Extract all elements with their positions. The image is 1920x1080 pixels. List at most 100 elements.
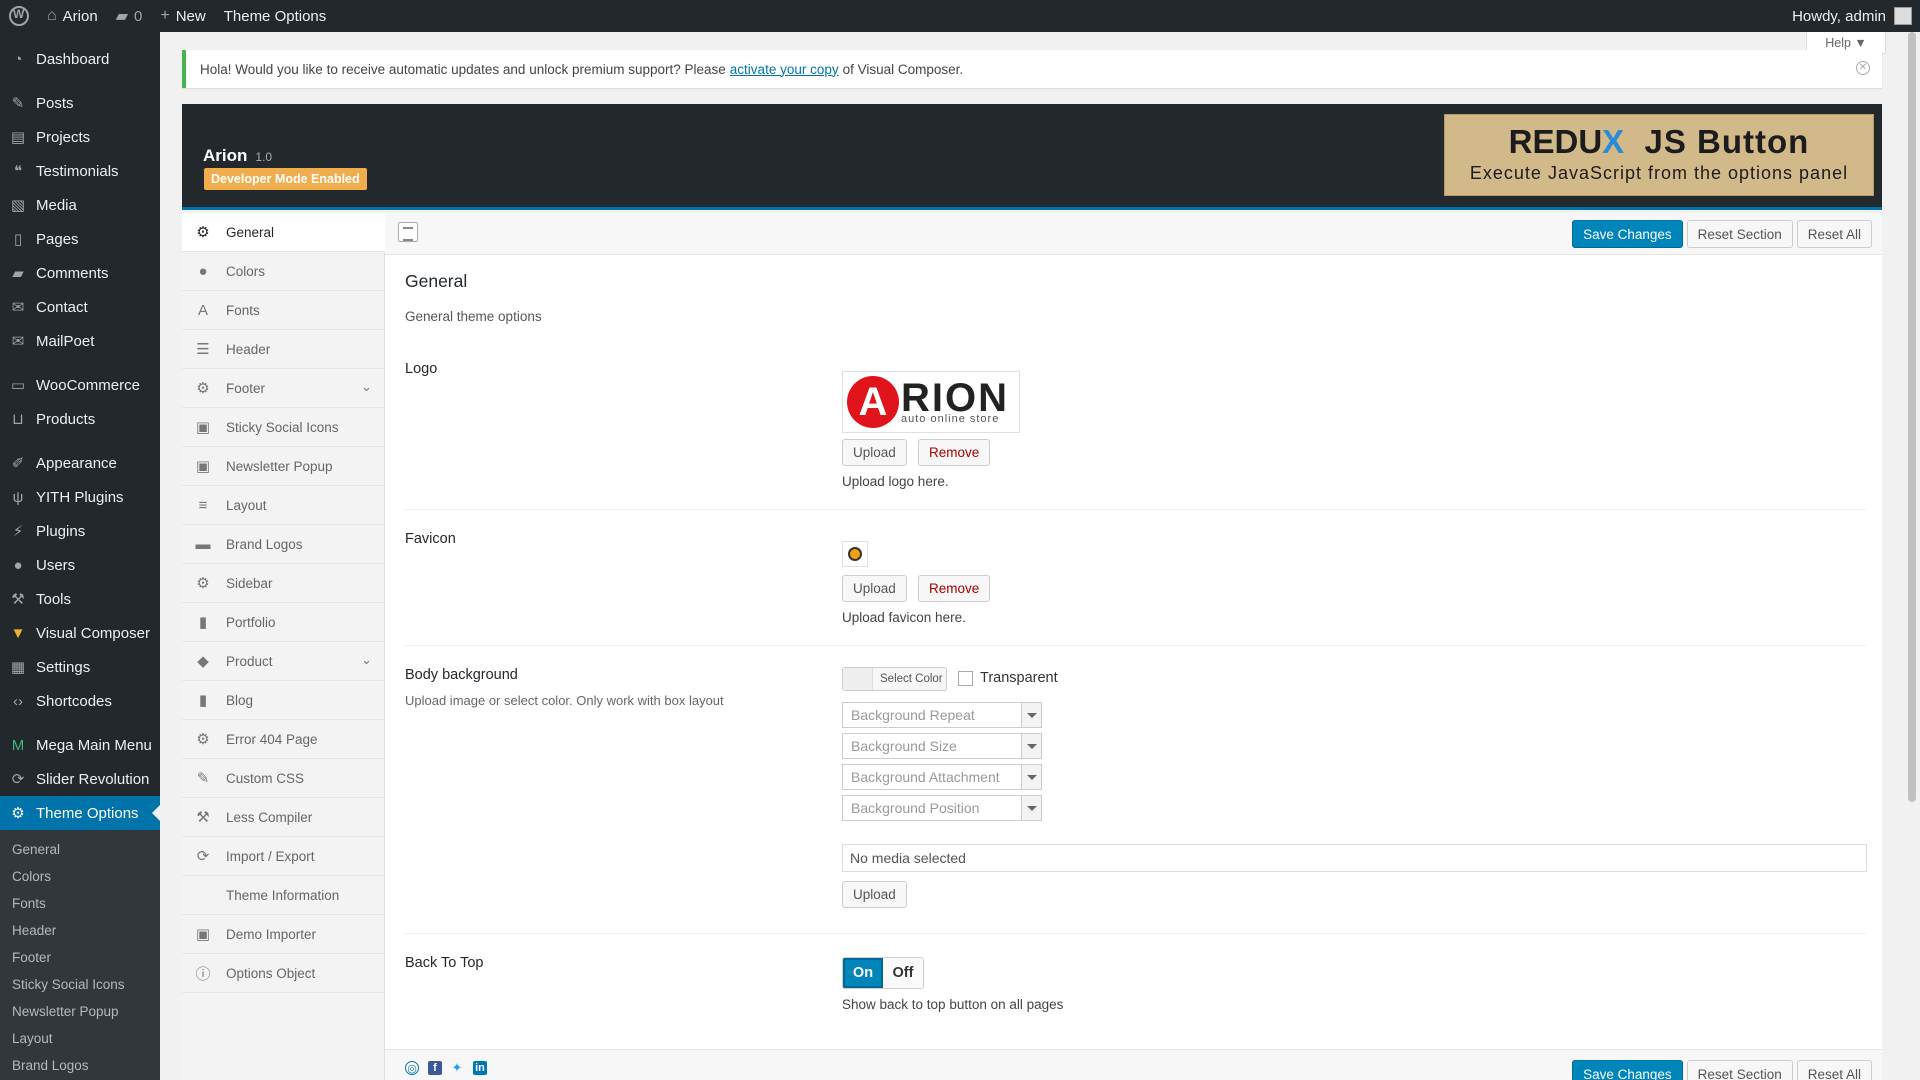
activate-link[interactable]: activate your copy [730,62,839,77]
chevron-down-icon[interactable]: ⌄ [361,652,372,668]
my-account-menu[interactable]: Howdy, admin [1783,0,1920,32]
menu-tools[interactable]: ⚒ Tools [0,582,160,616]
section-product[interactable]: ◆ Product ⌄ [182,642,384,681]
color-swatch [843,668,873,690]
menu-posts[interactable]: ✎ Posts [0,86,160,120]
site-name: Arion [62,7,98,25]
section-options-object[interactable]: ⓘ Options Object [182,954,384,993]
section-general[interactable]: ⚙ General [182,213,385,252]
twitter-icon[interactable]: ✦ [450,1061,464,1075]
menu-appearance[interactable]: ✐ Appearance [0,446,160,480]
wp-logo-menu[interactable] [0,0,38,32]
menu-plugins[interactable]: ⚡ Plugins [0,514,160,548]
section-import-export[interactable]: ⟳ Import / Export [182,837,384,876]
brush-icon: ✐ [11,455,25,472]
theme-options-adminbar-link[interactable]: Theme Options [215,0,336,32]
submenu-sticky-social-icons[interactable]: Sticky Social Icons [0,971,160,998]
expand-options-icon[interactable] [398,222,418,242]
menu-yith[interactable]: ψ YITH Plugins [0,480,160,514]
menu-woocommerce[interactable]: ▭ WooCommerce [0,368,160,402]
menu-theme-options[interactable]: ⚙ Theme Options [0,796,160,830]
menu-slider-revolution[interactable]: ⟳ Slider Revolution [0,762,160,796]
section-custom-css[interactable]: ✎ Custom CSS [182,759,384,798]
submenu-header[interactable]: Header [0,917,160,944]
favicon-upload-button[interactable]: Upload [842,575,907,602]
menu-mega-main-menu[interactable]: M Mega Main Menu [0,728,160,762]
submenu-general[interactable]: General [0,836,160,863]
submenu-colors[interactable]: Colors [0,863,160,890]
site-name-menu[interactable]: ⌂ Arion [38,0,107,32]
section-newsletter-popup[interactable]: ▣ Newsletter Popup [182,447,384,486]
menu-testimonials[interactable]: ❝ Testimonials [0,154,160,188]
submenu-brand-logos[interactable]: Brand Logos [0,1052,160,1079]
reset-section-button[interactable]: Reset Section [1686,220,1793,248]
comment-icon: ▰ [115,8,129,25]
logo-remove-button[interactable]: Remove [918,439,991,466]
menu-visual-composer[interactable]: ▼ Visual Composer [0,616,160,650]
menu-projects[interactable]: ▤ Projects [0,120,160,154]
background-position-select[interactable]: Background Position [842,795,1042,821]
options-toolbar: Save Changes Reset Section Reset All [385,213,1882,255]
menu-label: WooCommerce [36,376,140,394]
new-content-menu[interactable]: + New [151,0,214,32]
select-color-button[interactable]: Select Color [842,667,947,691]
menu-shortcodes[interactable]: ‹› Shortcodes [0,684,160,718]
favicon-remove-button[interactable]: Remove [918,575,991,602]
linkedin-icon[interactable]: in [473,1061,487,1075]
submenu-newsletter-popup[interactable]: Newsletter Popup [0,998,160,1025]
favicon-help-text: Upload favicon here. [842,610,966,625]
footer-reset-all-button[interactable]: Reset All [1796,1060,1872,1080]
background-repeat-select[interactable]: Background Repeat [842,702,1042,728]
footer-reset-section-button[interactable]: Reset Section [1686,1060,1793,1080]
redux-js-button-banner[interactable]: REDUX JS Button Execute JavaScript from … [1444,114,1874,196]
section-footer[interactable]: ⚙ Footer ⌄ [182,369,384,408]
menu-dashboard[interactable]: ◔ Dashboard [0,42,160,76]
save-changes-button[interactable]: Save Changes [1572,220,1683,248]
submenu-footer[interactable]: Footer [0,944,160,971]
comments-menu[interactable]: ▰ 0 [107,0,152,32]
section-fonts[interactable]: A Fonts [182,291,384,330]
chevron-down-icon[interactable]: ⌄ [361,379,372,395]
switch-on[interactable]: On [843,958,883,988]
menu-settings[interactable]: ▦ Settings [0,650,160,684]
section-demo-importer[interactable]: ▣ Demo Importer [182,915,384,954]
page-scrollbar[interactable] [1904,32,1920,1080]
footer-save-changes-button[interactable]: Save Changes [1572,1060,1683,1080]
section-sidebar[interactable]: ⚙ Sidebar [182,564,384,603]
section-colors[interactable]: ● Colors [182,252,384,291]
section-blog[interactable]: ▮ Blog [182,681,384,720]
section-portfolio[interactable]: ▮ Portfolio [182,603,384,642]
background-media-field[interactable]: No media selected [842,844,1867,872]
menu-users[interactable]: ● Users [0,548,160,582]
section-brand-logos[interactable]: ▬ Brand Logos [182,525,384,564]
slider-icon: ⟳ [11,771,25,788]
facebook-icon[interactable]: f [428,1061,442,1075]
section-less-compiler[interactable]: ⚒ Less Compiler [182,798,384,837]
submenu-fonts[interactable]: Fonts [0,890,160,917]
transparent-checkbox[interactable]: Transparent [958,670,1058,686]
refresh-icon: ⟳ [196,848,210,865]
arion-logo-name: RION [901,375,1009,420]
section-error-404[interactable]: ⚙ Error 404 Page [182,720,384,759]
section-sticky-social-icons[interactable]: ▣ Sticky Social Icons [182,408,384,447]
reset-all-button[interactable]: Reset All [1796,220,1872,248]
logo-upload-button[interactable]: Upload [842,439,907,466]
switch-off[interactable]: Off [883,958,923,988]
redux-icon[interactable]: ◎ [405,1061,419,1075]
menu-comments[interactable]: ▰ Comments [0,256,160,290]
menu-mailpoet[interactable]: ✉ MailPoet [0,324,160,358]
section-header[interactable]: ☰ Header [182,330,384,369]
scrollbar-thumb[interactable] [1908,32,1916,802]
background-upload-button[interactable]: Upload [842,881,907,908]
background-attachment-select[interactable]: Background Attachment [842,764,1042,790]
section-layout[interactable]: ≡ Layout [182,486,384,525]
menu-contact[interactable]: ✉ Contact [0,290,160,324]
dismiss-notice-icon[interactable]: ✕ [1856,61,1870,75]
submenu-layout[interactable]: Layout [0,1025,160,1052]
menu-media[interactable]: ▧ Media [0,188,160,222]
section-theme-information[interactable]: Theme Information [182,876,384,915]
back-to-top-switch[interactable]: On Off [842,957,924,989]
background-size-select[interactable]: Background Size [842,733,1042,759]
menu-products[interactable]: ⊔ Products [0,402,160,436]
menu-pages[interactable]: ▯ Pages [0,222,160,256]
